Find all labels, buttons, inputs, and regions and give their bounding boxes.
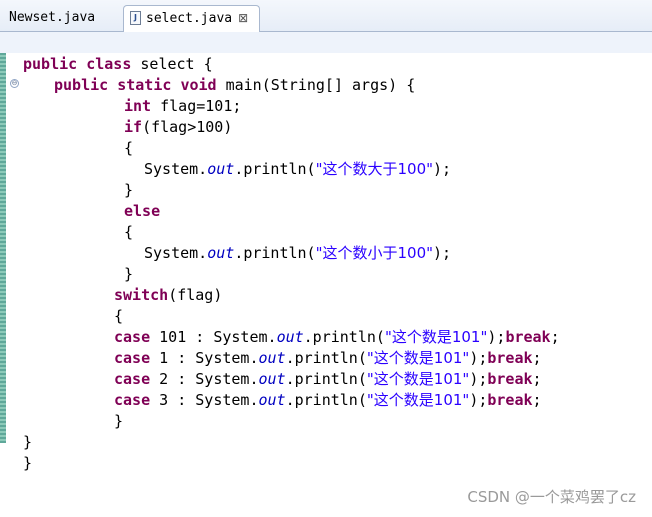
code-line: case 2 : System.out.println("这个数是101");b… <box>114 370 542 388</box>
code-line: System.out.println("这个数大于100"); <box>144 160 452 178</box>
code-line: case 1 : System.out.println("这个数是101");b… <box>114 349 542 367</box>
code-line: else <box>124 202 161 220</box>
csdn-watermark: CSDN @一个菜鸡罢了cz <box>467 488 636 506</box>
code-line: { <box>124 139 134 157</box>
code-line: { <box>124 223 134 241</box>
code-line: } <box>114 412 124 430</box>
code-line: } <box>23 433 33 451</box>
code-line: case 101 : System.out.println("这个数是101")… <box>114 328 560 346</box>
code-line: public static void main(String[] args) { <box>54 76 416 94</box>
code-line: } <box>124 181 134 199</box>
code-line: System.out.println("这个数小于100"); <box>144 244 452 262</box>
code-area[interactable]: public class select { public static void… <box>0 0 652 517</box>
code-line: case 3 : System.out.println("这个数是101");b… <box>114 391 542 409</box>
code-line: } <box>23 454 33 472</box>
java-editor-window: Newset.java Jselect.java ⊠ ⊖ public class… <box>0 0 652 517</box>
code-line: public class select { <box>23 55 213 73</box>
code-line: int flag=101; <box>124 97 242 115</box>
code-line: switch(flag) <box>114 286 223 304</box>
code-line: { <box>114 307 124 325</box>
code-line: } <box>124 265 134 283</box>
code-line: if(flag>100) <box>124 118 233 136</box>
